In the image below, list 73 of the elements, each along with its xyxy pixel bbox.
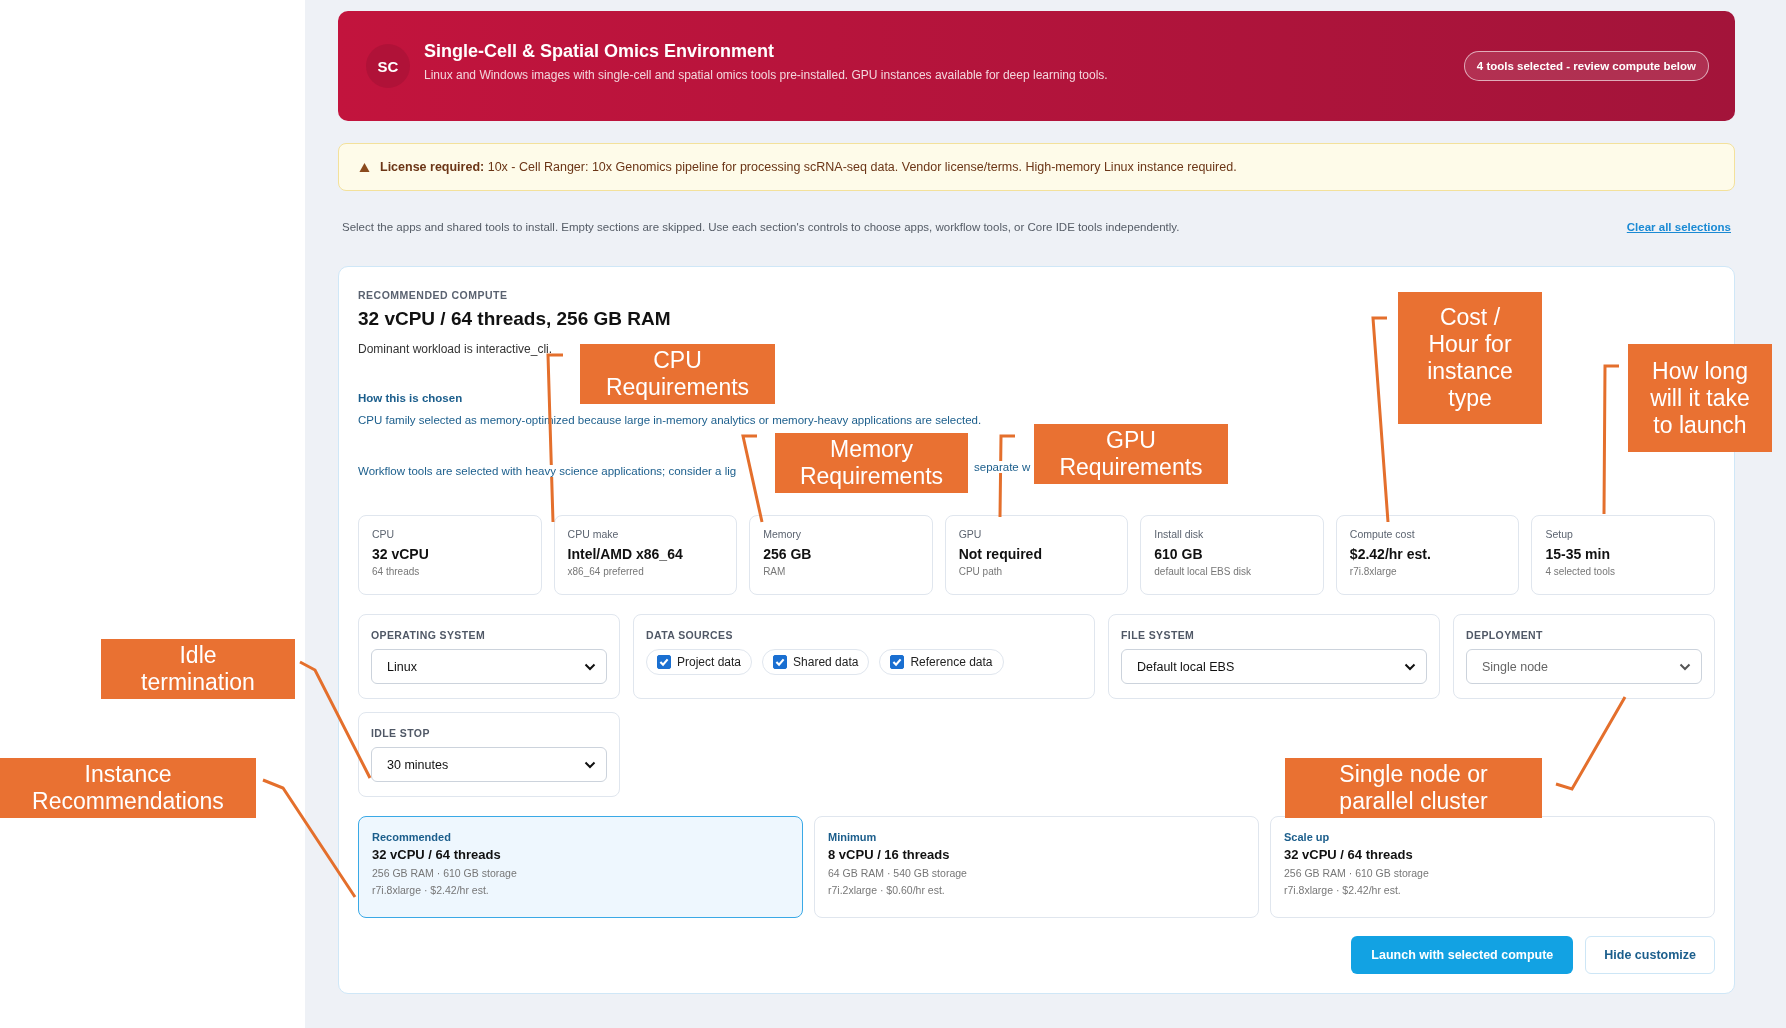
environment-title: Single-Cell & Spatial Omics Environment: [424, 40, 776, 62]
option-specs: 256 GB RAM · 610 GB storage: [372, 867, 518, 879]
metric-label: Install disk: [1154, 528, 1205, 540]
warning-icon: [359, 161, 370, 173]
workflow-note: Workflow tools are selected with heavy science applications; consider a lig: [358, 465, 737, 477]
option-kicker: Scale up: [1284, 831, 1331, 843]
metric-label: Memory: [763, 528, 803, 540]
compute-title: 32 vCPU / 64 threads, 256 GB RAM: [358, 308, 671, 330]
workload-text: Dominant workload is interactive_cli.: [358, 342, 553, 356]
chevron-icon: [584, 760, 596, 769]
control-label: OPERATING SYSTEM: [371, 629, 487, 641]
option-specs: 256 GB RAM · 610 GB storage: [1284, 867, 1430, 879]
callout-label: CPU Requirements: [580, 344, 775, 404]
option-title: 8 vCPU / 16 threads: [828, 847, 951, 862]
callout-label: How long will it take to launch: [1628, 344, 1772, 452]
environment-description: Linux and Windows images with single-cell and spatial omics tools pre-installed. GPU instances available for deep learning tools.: [424, 67, 1109, 82]
chevron-icon: [1404, 662, 1416, 671]
checkbox[interactable]: [890, 655, 905, 669]
callout-label: Idle termination: [101, 639, 295, 699]
checkbox[interactable]: [657, 655, 671, 669]
option-price: r7i.2xlarge · $0.60/hr est.: [828, 884, 946, 896]
metric-detail: r7i.8xlarge: [1349, 566, 1398, 577]
chevron-icon: [1679, 662, 1691, 671]
environment-logo: SC: [366, 44, 410, 88]
option-title: 32 vCPU / 64 threads: [1284, 847, 1414, 862]
metric-detail: 64 threads: [372, 566, 421, 577]
control-label: IDLE STOP: [371, 727, 431, 739]
metric-label: Setup: [1545, 528, 1574, 540]
idle-stop-select[interactable]: 30 minutes: [371, 747, 607, 782]
section-label: RECOMMENDED COMPUTE: [358, 289, 509, 301]
option-specs: 64 GB RAM · 540 GB storage: [828, 867, 968, 879]
how-chosen-heading: How this is chosen: [358, 392, 463, 404]
compute-option-card[interactable]: Scale up 32 vCPU / 64 threads 256 GB RAM · 610 GB storage r7i.8xlarge · $2.42/hr est.: [1270, 816, 1715, 918]
compute-option-card[interactable]: Minimum 8 vCPU / 16 threads 64 GB RAM · 540 GB storage r7i.2xlarge · $0.60/hr est.: [814, 816, 1259, 918]
metric-detail: default local EBS disk: [1154, 566, 1252, 577]
control-label: DEPLOYMENT: [1466, 629, 1544, 641]
hide-customize-button[interactable]: Hide customize: [1585, 936, 1715, 974]
metric-label: CPU make: [567, 528, 620, 540]
metric-value: 256 GB: [763, 546, 813, 562]
option-title: 32 vCPU / 64 threads: [372, 847, 502, 862]
option-price: r7i.8xlarge · $2.42/hr est.: [372, 884, 490, 896]
callout-label: Instance Recommendations: [0, 758, 256, 818]
option-kicker: Minimum: [828, 831, 878, 843]
license-message: License required: 10x - Cell Ranger: 10x Genomics pipeline for processing scRNA-seq data. Vendor license/terms. High-memory Linux instance required.: [380, 160, 1237, 174]
metric-value: 610 GB: [1154, 546, 1204, 562]
callout-label: Memory Requirements: [775, 433, 968, 493]
metric-value: 15-35 min: [1545, 546, 1611, 562]
option-kicker: Recommended: [372, 831, 452, 843]
tools-selected-badge[interactable]: 4 tools selected - review compute below: [1463, 51, 1709, 81]
metric-value: 32 vCPU: [372, 546, 430, 562]
control-label: DATA SOURCES: [646, 629, 734, 641]
callout-label: Single node or parallel cluster: [1285, 758, 1542, 818]
metric-detail: 4 selected tools: [1545, 566, 1616, 577]
callout-label: Cost / Hour for instance type: [1398, 292, 1542, 424]
metric-value: $2.42/hr est.: [1349, 546, 1432, 562]
file-system-select[interactable]: Default local EBS: [1121, 649, 1427, 684]
metric-value: Intel/AMD x86_64: [567, 546, 684, 562]
chevron-icon: [584, 662, 596, 671]
metric-detail: CPU path: [958, 566, 1004, 577]
metric-label: CPU: [372, 528, 396, 540]
checkbox[interactable]: [773, 655, 788, 669]
metric-label: Compute cost: [1349, 528, 1416, 540]
os-select[interactable]: Linux: [371, 649, 607, 684]
metric-label: GPU: [958, 528, 983, 540]
metric-value: Not required: [958, 546, 1043, 562]
instructions-text: Select the apps and shared tools to install. Empty sections are skipped. Use each section's controls to choose apps, workflow tools, or Core IDE tools independently.: [342, 221, 1180, 233]
workflow-note: separate w: [974, 461, 1031, 473]
option-price: r7i.8xlarge · $2.42/hr est.: [1284, 884, 1402, 896]
metric-detail: RAM: [763, 566, 787, 577]
compute-option-card[interactable]: Recommended 32 vCPU / 64 threads 256 GB RAM · 610 GB storage r7i.8xlarge · $2.42/hr est.: [358, 816, 803, 918]
control-label: FILE SYSTEM: [1121, 629, 1196, 641]
metric-detail: x86_64 preferred: [567, 566, 645, 577]
callout-label: GPU Requirements: [1034, 424, 1228, 484]
